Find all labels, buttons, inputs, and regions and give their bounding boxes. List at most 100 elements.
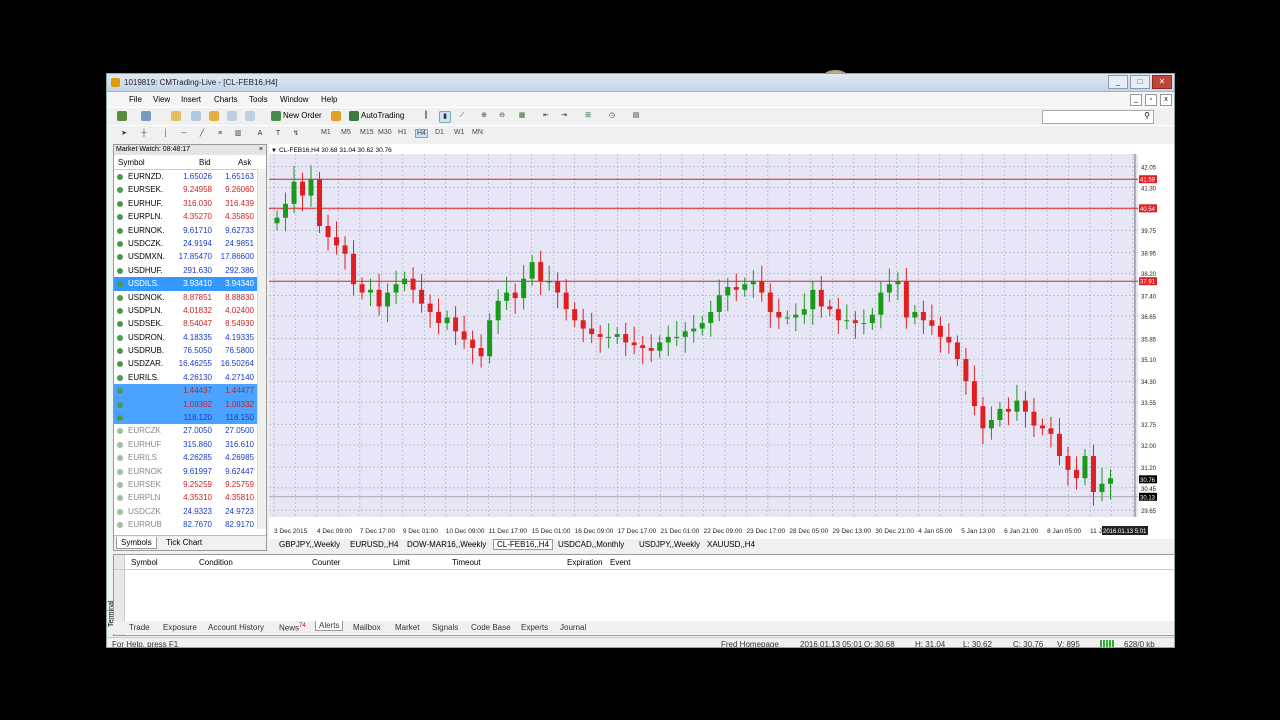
- candle-body[interactable]: [461, 331, 467, 340]
- chart-window[interactable]: 42.0541.3040.5039.7538.9538.2037.4036.65…: [269, 144, 1175, 539]
- arrows-icon[interactable]: ↯: [291, 129, 301, 139]
- candle-body[interactable]: [946, 336, 952, 343]
- text-icon[interactable]: A: [255, 129, 265, 139]
- navigator-icon[interactable]: [209, 111, 219, 121]
- candle-body[interactable]: [385, 292, 391, 307]
- candle-body[interactable]: [954, 342, 960, 360]
- candle-body[interactable]: [402, 278, 408, 285]
- new-order-icon[interactable]: [271, 111, 281, 121]
- candle-body[interactable]: [529, 262, 535, 279]
- candle-body[interactable]: [410, 278, 416, 290]
- autotrading-button[interactable]: AutoTrading: [361, 111, 404, 120]
- col-limit[interactable]: Limit: [393, 558, 410, 567]
- market-watch-row[interactable]: 118.120 118.150: [114, 411, 266, 425]
- candle-body[interactable]: [1022, 400, 1028, 412]
- vertical-line-icon[interactable]: │: [161, 129, 171, 139]
- candle-body[interactable]: [750, 281, 756, 285]
- candle-body[interactable]: [1056, 433, 1062, 457]
- candle-body[interactable]: [1005, 408, 1011, 412]
- price-chart[interactable]: 42.0541.3040.5039.7538.9538.2037.4036.65…: [269, 144, 1175, 539]
- candle-body[interactable]: [580, 320, 586, 329]
- candle-body[interactable]: [487, 320, 493, 357]
- timeframe-h1[interactable]: H1: [398, 129, 407, 136]
- strategy-tester-icon[interactable]: [245, 111, 255, 121]
- menu-window[interactable]: Window: [280, 95, 308, 104]
- market-watch-row[interactable]: EURRUB 82.7670 82.9170: [114, 518, 266, 531]
- candle-body[interactable]: [308, 178, 314, 196]
- candle-body[interactable]: [869, 314, 875, 324]
- candle-body[interactable]: [665, 336, 671, 343]
- market-watch-row[interactable]: USDSEK. 8.54047 8.54930: [114, 317, 266, 330]
- close-button[interactable]: ✕: [1152, 75, 1172, 89]
- market-watch-row[interactable]: EURILS. 4.26130 4.27140: [114, 371, 266, 384]
- tab-symbols[interactable]: Symbols: [116, 537, 157, 549]
- market-watch-row[interactable]: USDILS. 3.93410 3.94340: [114, 277, 266, 291]
- profiles-icon[interactable]: [141, 111, 151, 121]
- candle-body[interactable]: [708, 311, 714, 324]
- market-watch-row[interactable]: USDHUF. 291.630 292.386: [114, 264, 266, 277]
- candle-body[interactable]: [606, 336, 612, 338]
- candle-body[interactable]: [623, 334, 629, 343]
- candle-body[interactable]: [920, 311, 926, 321]
- new-chart-icon[interactable]: [117, 111, 127, 121]
- candle-body[interactable]: [453, 317, 459, 332]
- candle-body[interactable]: [657, 342, 663, 351]
- candle-body[interactable]: [436, 311, 442, 324]
- tab-trade[interactable]: Trade: [129, 623, 150, 632]
- tab-experts[interactable]: Experts: [521, 623, 548, 632]
- candle-body[interactable]: [1039, 425, 1045, 429]
- tab-account-history[interactable]: Account History: [208, 623, 264, 632]
- minimize-button[interactable]: _: [1108, 75, 1128, 89]
- timeframe-mn[interactable]: MN: [472, 129, 483, 136]
- candle-body[interactable]: [725, 287, 731, 296]
- candle-body[interactable]: [317, 178, 323, 227]
- col-symbol[interactable]: Symbol: [118, 158, 145, 167]
- market-watch-row[interactable]: USDMXN. 17.85470 17.86600: [114, 250, 266, 263]
- candle-body[interactable]: [631, 342, 637, 346]
- candle-body[interactable]: [784, 317, 790, 319]
- candle-body[interactable]: [359, 284, 365, 293]
- col-event[interactable]: Event: [610, 558, 630, 567]
- candle-body[interactable]: [793, 314, 799, 318]
- horizontal-line-icon[interactable]: ─: [179, 129, 189, 139]
- candle-body[interactable]: [1031, 411, 1037, 426]
- candle-body[interactable]: [1048, 428, 1054, 434]
- candle-body[interactable]: [759, 281, 765, 293]
- candle-body[interactable]: [937, 325, 943, 337]
- candle-body[interactable]: [810, 289, 816, 310]
- market-watch-row[interactable]: EURNZD. 1.65026 1.65163: [114, 170, 266, 183]
- candle-body[interactable]: [1090, 456, 1096, 493]
- menu-file[interactable]: File: [129, 95, 142, 104]
- candle-body[interactable]: [291, 181, 297, 204]
- market-watch-row[interactable]: EURPLN. 4.35270 4.35850: [114, 210, 266, 223]
- crosshair-icon[interactable]: ┼: [139, 129, 149, 139]
- trendline-icon[interactable]: ╱: [197, 129, 207, 139]
- chart-tab[interactable]: XAUUSD,,H4: [707, 540, 755, 549]
- new-order-button[interactable]: New Order: [283, 111, 322, 120]
- indicators-icon[interactable]: ⊞: [583, 111, 593, 121]
- chart-shift-icon[interactable]: ⇤: [541, 111, 551, 121]
- candle-body[interactable]: [546, 281, 552, 283]
- candle-body[interactable]: [614, 334, 620, 337]
- col-timeout[interactable]: Timeout: [452, 558, 481, 567]
- candle-body[interactable]: [521, 278, 527, 299]
- candle-body[interactable]: [1065, 456, 1071, 470]
- col-symbol[interactable]: Symbol: [131, 558, 158, 567]
- candle-body[interactable]: [495, 300, 501, 321]
- menu-insert[interactable]: Insert: [181, 95, 201, 104]
- candle-body[interactable]: [674, 336, 680, 338]
- periods-icon[interactable]: ◷: [607, 111, 617, 121]
- candle-body[interactable]: [1073, 469, 1079, 479]
- tab-tick-chart[interactable]: Tick Chart: [162, 537, 206, 548]
- candle-body[interactable]: [971, 381, 977, 407]
- candle-body[interactable]: [648, 347, 654, 351]
- market-watch-row[interactable]: EURPLN 4.35310 4.35810: [114, 491, 266, 504]
- candle-body[interactable]: [903, 281, 909, 318]
- market-watch-row[interactable]: USDRON. 4.18335 4.19335: [114, 331, 266, 344]
- chart-tab[interactable]: EURUSD,,H4: [350, 540, 398, 549]
- candle-body[interactable]: [368, 289, 374, 293]
- candle-body[interactable]: [342, 245, 348, 254]
- maximize-button[interactable]: □: [1130, 75, 1150, 89]
- channel-icon[interactable]: ≡: [215, 129, 225, 139]
- line-chart-icon[interactable]: ⟋: [457, 111, 467, 121]
